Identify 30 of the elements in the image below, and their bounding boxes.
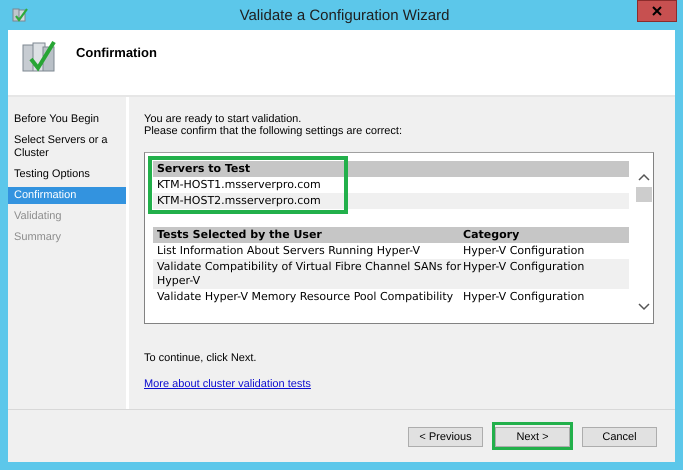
column-header: Tests Selected by the User [157, 228, 323, 242]
close-icon [652, 6, 662, 16]
scroll-thumb[interactable] [636, 187, 652, 202]
wizard-button[interactable]: Cancel [582, 427, 657, 447]
table-cell-text: Hyper-V Configuration [463, 290, 586, 304]
table-cell-text: Hyper-V Configuration [463, 244, 586, 258]
scroll-up-icon[interactable] [638, 173, 650, 181]
scroll-down-icon[interactable] [638, 303, 650, 311]
server-name: KTM-HOST1.msserverpro.com [156, 177, 322, 193]
wizard-button[interactable]: Next > [495, 427, 570, 447]
table-cell-text: Hyper-V Configuration [463, 260, 586, 275]
sidebar-item[interactable]: Testing Options [8, 166, 126, 183]
sidebar-item[interactable]: Select Servers or a Cluster [8, 132, 126, 162]
wizard-button[interactable]: < Previous [408, 427, 483, 447]
window-title: Validate a Configuration Wizard [238, 6, 450, 24]
table-cell-text: Validate Hyper-V Memory Resource Pool Compatibility [157, 290, 454, 304]
table-cell-text: Validate Compatibility of Virtual Fibre Channel SANs for Hyper-V [157, 260, 462, 288]
table-cell-text: List Information About Servers Running Hyper-V [157, 244, 421, 258]
intro-text: You are ready to start validation. [144, 113, 302, 125]
server-check-icon [21, 38, 57, 74]
help-link[interactable]: More about cluster validation tests [144, 378, 311, 390]
close-button[interactable] [637, 0, 677, 22]
column-header: Category [463, 228, 520, 242]
server-name: KTM-HOST2.msserverpro.com [153, 193, 629, 209]
page-title: Confirmation [76, 45, 157, 60]
intro-text: Please confirm that the following settings are correct: [144, 125, 404, 137]
section-heading: Servers to Test [153, 161, 629, 177]
server-check-icon [12, 7, 28, 23]
sidebar-item[interactable]: Before You Begin [8, 111, 126, 128]
instruction-text: To continue, click Next. [144, 352, 258, 364]
